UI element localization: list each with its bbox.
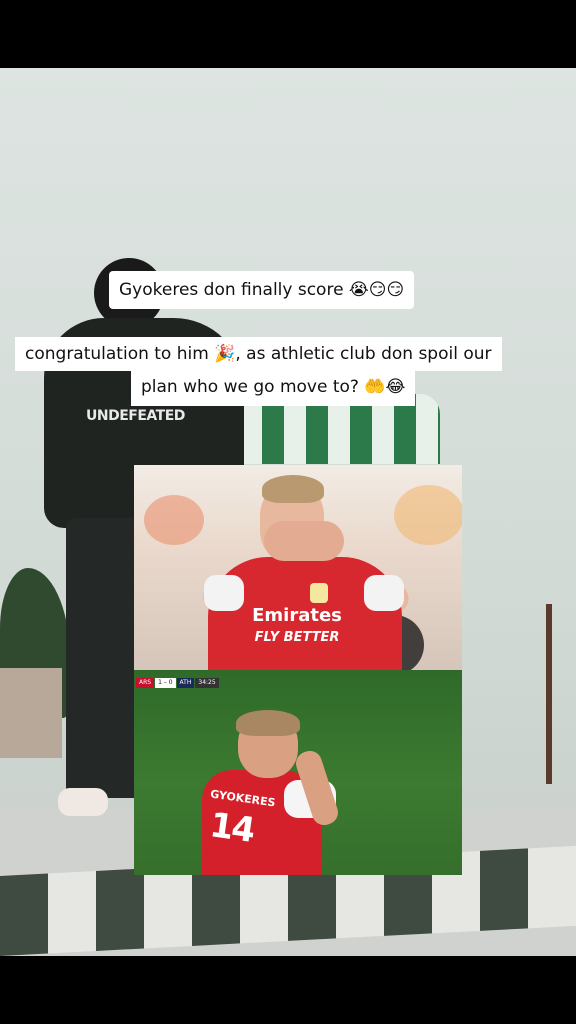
- match-clock: 34:25: [195, 678, 219, 688]
- caption-line-3: plan who we go move to? 🤲😂: [131, 368, 416, 406]
- hoodie-print: UNDEFEATED: [86, 408, 185, 424]
- caption-line-1: Gyokeres don finally score 😭😏😏: [109, 271, 415, 309]
- shirt-number: 14: [207, 805, 256, 851]
- jersey-sleeve: [204, 575, 244, 611]
- scorebug: ARS 1 – 0 ATH 34:25: [136, 678, 219, 688]
- crowd-blur: [394, 485, 462, 545]
- home-team: ARS: [136, 678, 155, 688]
- caption-line-2: congratulation to him 🎉, as athletic clu…: [15, 337, 502, 371]
- player-hair: [262, 475, 324, 503]
- slipper: [58, 788, 108, 816]
- video-frame: UNDEFEATED Emirates FLY BETTER ARS 1 – 0…: [0, 0, 576, 1024]
- away-team: ATH: [176, 678, 195, 688]
- score: 1 – 0: [155, 678, 176, 688]
- sponsor-sub: FLY BETTER: [254, 630, 340, 645]
- sponsor-main: Emirates: [252, 605, 342, 626]
- player-hair: [236, 710, 300, 736]
- crowd-blur: [144, 495, 204, 545]
- utility-pole: [546, 604, 552, 784]
- photo-celebration-top: Emirates FLY BETTER: [134, 465, 462, 670]
- club-crest-icon: [310, 583, 328, 603]
- player-hands: [264, 521, 344, 561]
- jersey-sleeve: [364, 575, 404, 611]
- sponsor-logo: Emirates FLY BETTER: [242, 605, 352, 645]
- photo-celebration-bottom: ARS 1 – 0 ATH 34:25 GYOKERES 14: [134, 670, 462, 875]
